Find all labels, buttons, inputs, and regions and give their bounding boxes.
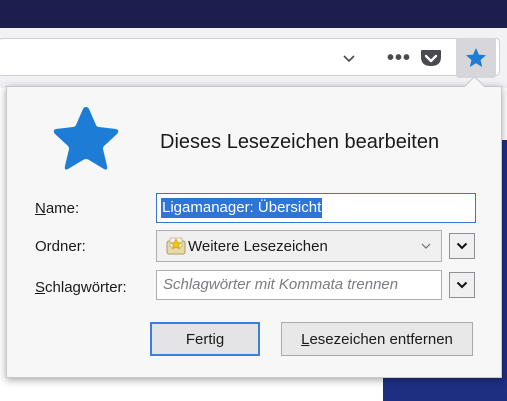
bookmark-folder-icon [166,237,186,255]
ellipsis-icon: ••• [386,47,411,69]
pocket-button[interactable] [418,45,444,71]
tags-list-toggle-button[interactable] [449,272,475,298]
tags-input[interactable] [163,276,435,293]
name-field[interactable]: Ligamanager: Übersicht [156,193,476,223]
window-top-strip [0,0,507,28]
urlbar-dropdown-button[interactable] [335,44,363,72]
folder-tree-toggle-button[interactable] [449,233,475,259]
page-actions-button[interactable]: ••• [384,44,414,72]
done-button[interactable]: Fertig [150,322,260,356]
tags-field[interactable] [156,270,442,300]
panel-title: Dieses Lesezeichen bearbeiten [160,131,440,153]
folder-select-value: Weitere Lesezeichen [188,238,328,255]
name-field-selected-text: Ligamanager: Übersicht [161,198,323,218]
bookmark-star-button[interactable] [456,38,496,78]
chevron-down-icon [343,55,355,63]
star-icon [466,48,486,67]
chevron-down-icon [456,242,468,250]
chevron-down-icon [456,281,468,289]
star-icon [53,107,119,170]
tags-label: Schlagwörter: [35,279,127,296]
pocket-icon [421,50,441,66]
folder-label: Ordner: [35,238,86,255]
name-label: Name: [35,200,80,217]
folder-select[interactable]: Weitere Lesezeichen [156,230,442,262]
remove-bookmark-button[interactable]: Lesezeichen entfernen [281,322,473,356]
chevron-down-icon [421,243,431,249]
